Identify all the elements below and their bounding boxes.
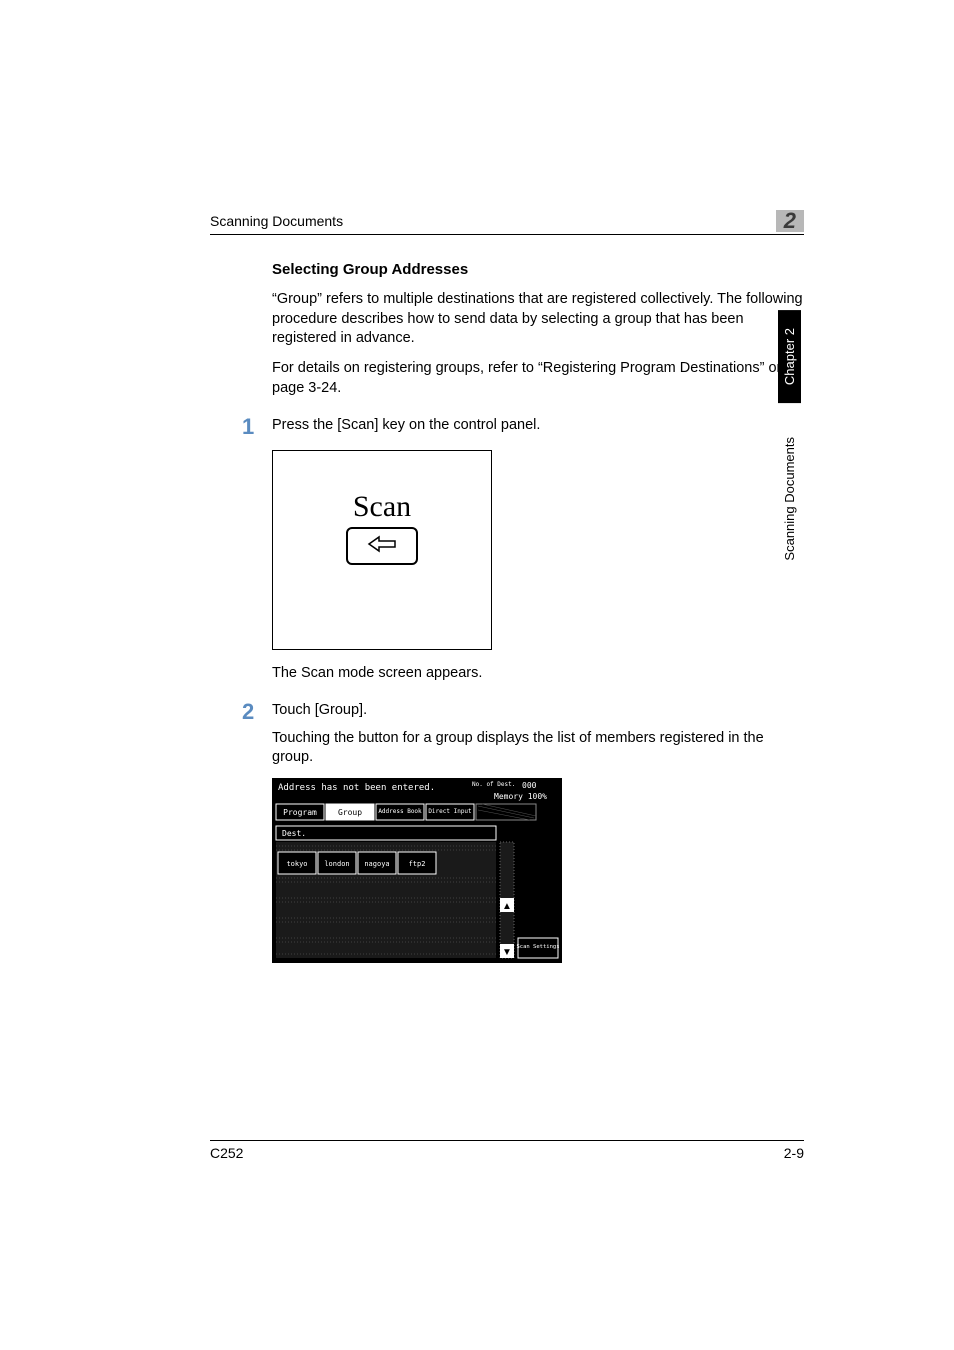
tab-disabled-hatch [476,804,536,820]
paragraph-2: For details on registering groups, refer… [272,359,804,398]
main-content: Selecting Group Addresses “Group” refers… [210,260,804,963]
running-header: Scanning Documents 2 [210,210,804,235]
group-item-4: ftp2 [409,860,426,868]
scan-arrow-icon [367,531,397,561]
step-2-text: Touch [Group]. [272,701,804,721]
scroll-down-icon: ▼ [502,947,512,958]
step-1-number: 1 [242,416,272,683]
screen-status: Address has not been entered. [278,783,435,793]
tab-program: Program [283,808,317,817]
group-item-2: london [324,860,349,868]
scroll-up-icon: ▲ [502,901,512,912]
section-heading: Selecting Group Addresses [272,260,804,280]
screen-dest-label: No. of Dest. [472,781,515,788]
footer-page: 2-9 [784,1145,804,1161]
chapter-number-box: 2 [776,210,804,232]
screen-memory: Memory 100% [494,792,547,801]
group-item-3: nagoya [364,860,389,868]
tab-direct-input: Direct Input [428,808,472,815]
step-2-number: 2 [242,701,272,963]
step-2: 2 Touch [Group]. Touching the button for… [272,701,804,963]
step-1-text: Press the [Scan] key on the control pane… [272,416,804,436]
scan-settings-btn: Scan Settings [516,944,559,950]
group-item-1: tokyo [286,860,307,868]
chapter-number: 2 [784,208,796,234]
page-footer: C252 2-9 [210,1140,804,1161]
side-tab-section: Scanning Documents [778,409,801,589]
footer-model: C252 [210,1145,243,1161]
side-tab-chapter: Chapter 2 [778,310,801,403]
side-tabs: Chapter 2 Scanning Documents [778,310,804,589]
scan-key-button [346,527,418,565]
step-2-sub: Touching the button for a group displays… [272,729,804,768]
tab-address-book: Address Book [378,808,422,815]
screen-dest-label-bar: Dest. [282,829,306,838]
scan-key-label: Scan [353,487,411,528]
touchscreen-figure: Address has not been entered. No. of Des… [272,778,562,963]
step-1-result: The Scan mode screen appears. [272,664,804,684]
step-1: 1 Press the [Scan] key on the control pa… [272,416,804,683]
screen-dest-count: 000 [522,781,537,790]
scan-key-figure: Scan [272,450,492,650]
tab-group: Group [338,808,362,817]
running-header-text: Scanning Documents [210,213,343,229]
paragraph-1: “Group” refers to multiple destinations … [272,290,804,349]
